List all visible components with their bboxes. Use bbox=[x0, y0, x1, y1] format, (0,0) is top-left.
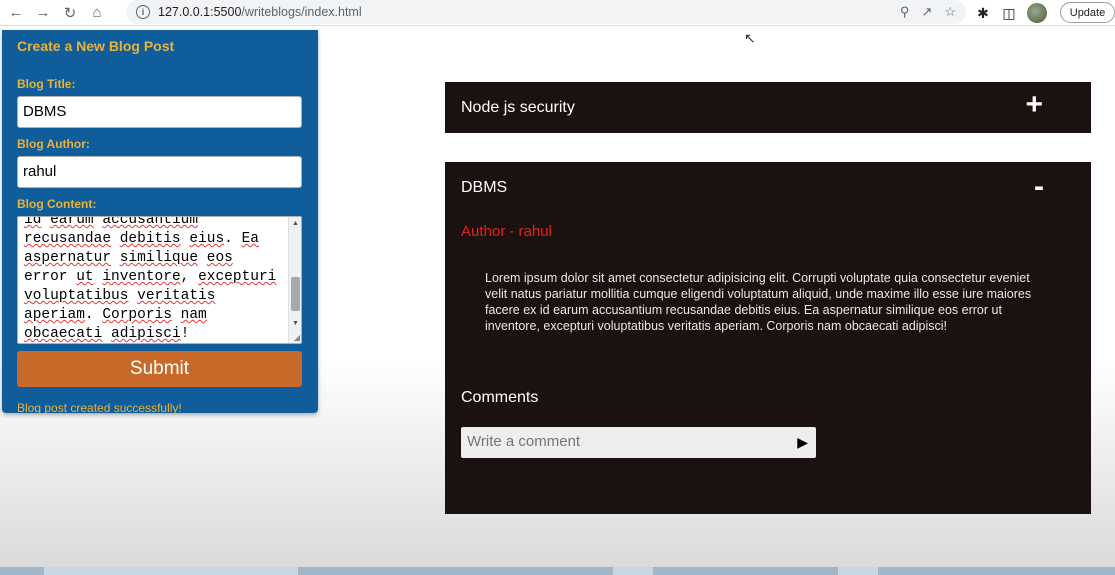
update-button[interactable]: Update bbox=[1060, 2, 1115, 23]
home-icon[interactable]: ⌂ bbox=[86, 2, 108, 24]
form-title: Create a New Blog Post bbox=[17, 38, 175, 54]
success-message: Blog post created successfully! bbox=[17, 401, 182, 415]
post-accordion-dbms: DBMS - Author - rahul Lorem ipsum dolor … bbox=[445, 162, 1091, 514]
post-content: Lorem ipsum dolor sit amet consectetur a… bbox=[485, 271, 1032, 333]
textarea-scrollbar[interactable]: ▲ ▼ bbox=[288, 217, 301, 343]
reload-icon[interactable]: ↻ bbox=[59, 2, 81, 24]
content-line: aspernatur similique eos bbox=[24, 250, 233, 266]
scroll-thumb[interactable] bbox=[291, 277, 300, 311]
blog-content-text: id earum accusantium recusandae debitis e… bbox=[24, 216, 286, 343]
os-taskbar bbox=[0, 567, 1115, 575]
bookmark-star-icon[interactable]: ☆ bbox=[944, 4, 956, 20]
url-host: 127.0.0.1:5500 bbox=[158, 5, 242, 19]
site-info-icon[interactable]: i bbox=[136, 5, 150, 19]
taskbar-item[interactable] bbox=[613, 567, 653, 575]
blog-content-label: Blog Content: bbox=[17, 197, 97, 211]
url-text[interactable]: 127.0.0.1:5500/writeblogs/index.html bbox=[158, 5, 362, 19]
comment-input[interactable]: Write a comment ▶ bbox=[461, 427, 816, 458]
post-author: Author - rahul bbox=[461, 223, 552, 240]
content-line: aperiam. Corporis nam bbox=[24, 307, 207, 323]
forward-icon[interactable]: → bbox=[32, 2, 54, 24]
blog-title-label: Blog Title: bbox=[17, 77, 76, 91]
blog-author-input[interactable]: rahul bbox=[17, 156, 302, 188]
content-line: voluptatibus veritatis bbox=[24, 288, 216, 304]
comments-heading: Comments bbox=[461, 389, 539, 406]
comment-placeholder: Write a comment bbox=[467, 433, 581, 450]
scroll-down-icon[interactable]: ▼ bbox=[291, 319, 300, 329]
post-title[interactable]: DBMS bbox=[461, 179, 507, 197]
blog-content-textarea[interactable]: id earum accusantium recusandae debitis e… bbox=[17, 216, 302, 344]
mouse-cursor-icon: ↖ bbox=[744, 30, 756, 46]
blog-author-label: Blog Author: bbox=[17, 137, 90, 151]
extensions-puzzle-icon[interactable]: ✱ bbox=[975, 5, 991, 21]
expand-plus-icon[interactable]: + bbox=[1025, 88, 1043, 122]
taskbar-item[interactable] bbox=[838, 567, 878, 575]
post-accordion-node-js-security[interactable]: Node js security + bbox=[445, 82, 1091, 133]
back-icon[interactable]: ← bbox=[5, 2, 27, 24]
send-play-icon[interactable]: ▶ bbox=[797, 434, 808, 451]
side-panel-icon[interactable]: ◫ bbox=[1001, 5, 1017, 21]
submit-button[interactable]: Submit bbox=[17, 351, 302, 387]
address-bar[interactable]: i 127.0.0.1:5500/writeblogs/index.html ⚲… bbox=[126, 0, 966, 24]
content-line: error ut inventore, excepturi bbox=[24, 269, 277, 285]
url-path: /writeblogs/index.html bbox=[241, 5, 362, 19]
share-icon[interactable]: ↗ bbox=[921, 4, 932, 20]
content-line: recusandae debitis eius. Ea bbox=[24, 231, 259, 247]
zoom-icon[interactable]: ⚲ bbox=[900, 4, 910, 20]
blog-title-input[interactable]: DBMS bbox=[17, 96, 302, 128]
resize-grip-icon[interactable]: ◢ bbox=[294, 333, 300, 342]
scroll-up-icon[interactable]: ▲ bbox=[291, 219, 300, 229]
taskbar-item[interactable] bbox=[44, 567, 298, 575]
blog-form-panel: Create a New Blog Post Blog Title: DBMS … bbox=[2, 30, 318, 415]
content-line: obcaecati adipisci! bbox=[24, 326, 190, 342]
post-title[interactable]: Node js security bbox=[461, 99, 575, 117]
collapse-minus-icon[interactable]: - bbox=[1034, 170, 1044, 204]
profile-avatar[interactable] bbox=[1027, 3, 1047, 23]
browser-toolbar: ← → ↻ ⌂ i 127.0.0.1:5500/writeblogs/inde… bbox=[0, 0, 1115, 26]
content-line: id earum accusantium bbox=[24, 216, 199, 228]
